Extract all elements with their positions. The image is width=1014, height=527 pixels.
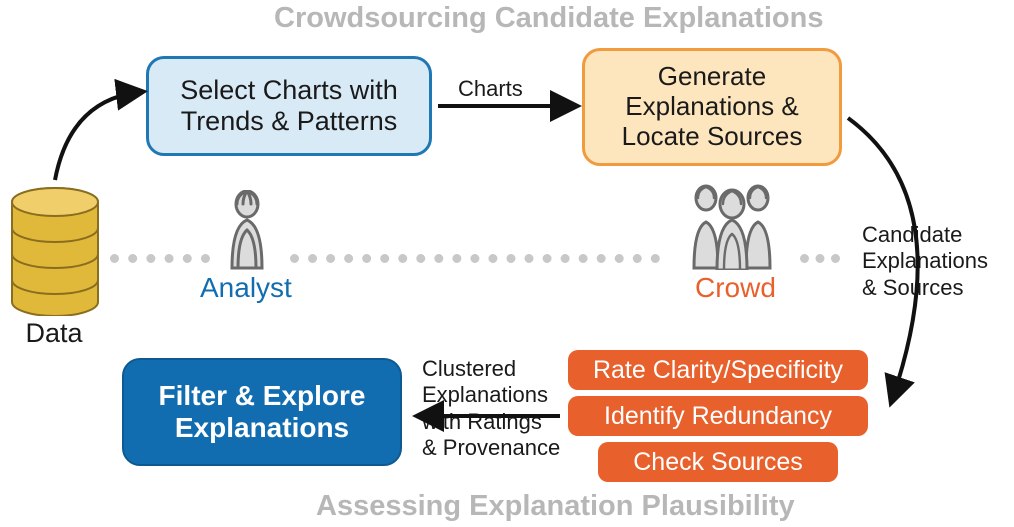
edge-label-candidate: Candidate Explanations & Sources <box>862 222 988 301</box>
node-rate-clarity: Rate Clarity/Specificity <box>568 350 868 390</box>
divider-dotted-left <box>110 254 210 263</box>
node-generate-explanations: Generate Explanations & Locate Sources <box>582 48 842 166</box>
edge-label-charts: Charts <box>458 76 523 102</box>
node-select-charts: Select Charts with Trends & Patterns <box>146 56 432 156</box>
node-select-charts-label: Select Charts with Trends & Patterns <box>180 75 398 137</box>
analyst-label: Analyst <box>200 272 292 304</box>
diagram-canvas: Crowdsourcing Candidate Explanations Ass… <box>0 0 1014 527</box>
analyst-icon <box>220 190 275 270</box>
node-check-sources-label: Check Sources <box>633 448 803 477</box>
node-identify-redundancy-label: Identify Redundancy <box>604 402 832 431</box>
crowd-label: Crowd <box>695 272 776 304</box>
node-identify-redundancy: Identify Redundancy <box>568 396 868 436</box>
divider-dotted-right <box>800 254 840 263</box>
node-filter-explore-label: Filter & Explore Explanations <box>159 380 366 444</box>
database-icon <box>8 186 102 321</box>
data-label: Data <box>24 318 84 349</box>
title-bottom: Assessing Explanation Plausibility <box>316 490 795 523</box>
divider-dotted-mid <box>290 254 660 263</box>
title-top: Crowdsourcing Candidate Explanations <box>274 2 823 35</box>
edge-label-clustered: Clustered Explanations with Ratings & Pr… <box>422 356 560 462</box>
crowd-icon <box>672 182 792 270</box>
node-generate-explanations-label: Generate Explanations & Locate Sources <box>622 62 803 152</box>
node-check-sources: Check Sources <box>598 442 838 482</box>
node-rate-clarity-label: Rate Clarity/Specificity <box>593 356 843 385</box>
node-filter-explore: Filter & Explore Explanations <box>122 358 402 466</box>
